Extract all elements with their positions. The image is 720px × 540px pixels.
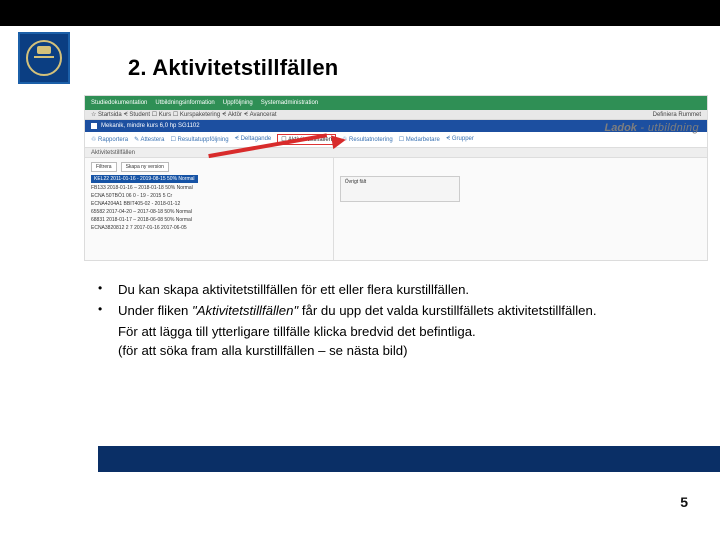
filter-button[interactable]: Filtrera — [91, 162, 117, 172]
tab-staff[interactable]: ☐ Medarbetare — [399, 136, 440, 143]
kth-crest-icon — [26, 40, 62, 76]
detail-box: Övrigt fält — [340, 176, 460, 202]
nav-item[interactable]: Uppföljning — [223, 100, 253, 106]
bullet-continuation: (för att söka fram alla kurstillfällen –… — [84, 341, 694, 360]
tab-participation[interactable]: ᗕ Deltagande — [235, 136, 272, 143]
tab-result-note[interactable]: ♲ Resultatnotering — [342, 136, 393, 143]
tab-attest[interactable]: ✎ Attestera — [134, 136, 164, 143]
box-header: Övrigt fält — [345, 179, 455, 185]
nav-item[interactable]: Utbildningsinformation — [155, 100, 214, 106]
list-item[interactable]: ECNA 50TBÖ1 06 0 - 19 - 2015 5 Cr — [91, 193, 327, 199]
ladok-logo: Ladok - utbildning — [605, 122, 699, 134]
tabs-row: ♲ Rapportera ✎ Attestera ☐ Resultatuppfö… — [85, 132, 707, 148]
course-title: Mekanik, mindre kurs 6,0 hp SG1102 — [101, 123, 200, 129]
ladok-screenshot: Studiedokumentation Utbildningsinformati… — [84, 95, 708, 261]
list-item[interactable]: FB133 2018-01-16 – 2018-01-18 50% Normal — [91, 185, 327, 191]
bullet-text-pre: Under fliken — [118, 303, 192, 318]
list-item[interactable]: ECNA3820812 2 7 2017-01-16 2017-06-05 — [91, 225, 327, 231]
tab-activity-instances[interactable]: ☐ Aktivitetstillfällen — [277, 134, 336, 145]
list-item[interactable]: ECNA4204A1 BBIT405-02 - 2018-01-12 — [91, 201, 327, 207]
bullet-text-em: "Aktivitetstillfällen" — [192, 303, 298, 318]
tab-groups[interactable]: ᗕ Grupper — [446, 136, 474, 143]
footer-bar — [98, 446, 720, 472]
sub-nav-right[interactable]: Definiera Rummet — [653, 112, 701, 118]
new-version-button[interactable]: Skapa ny version — [121, 162, 169, 172]
top-black-bar — [0, 0, 720, 26]
tab-report[interactable]: ♲ Rapportera — [91, 136, 128, 143]
section-header: Aktivitetstillfällen — [85, 148, 707, 158]
right-column: Övrigt fält — [334, 158, 707, 260]
tab-result-follow[interactable]: ☐ Resultatuppföljning — [170, 136, 228, 143]
list-item[interactable]: 65582 2017-04-20 – 2017-08-18 50% Normal — [91, 209, 327, 215]
page-number: 5 — [680, 494, 688, 510]
shot-body: Filtrera Skapa ny version KEL22 2011-01-… — [85, 158, 707, 260]
ladok-logo-sub: - utbildning — [637, 122, 699, 134]
top-nav-bar: Studiedokumentation Utbildningsinformati… — [85, 96, 707, 110]
selected-instance[interactable]: KEL22 2011-01-16 - 2019-08-15 50% Normal — [91, 175, 198, 183]
nav-item[interactable]: Systemadministration — [261, 100, 318, 106]
bullet-item: Du kan skapa aktivitetstillfällen för et… — [84, 280, 694, 299]
kth-logo — [18, 32, 70, 84]
sub-nav-left[interactable]: ☆ Startsida ᗕ Student ☐ Kurs ☐ Kurspaket… — [91, 111, 277, 119]
nav-item[interactable]: Studiedokumentation — [91, 100, 147, 106]
ladok-logo-main: Ladok — [605, 122, 637, 134]
slide: 2. Aktivitetstillfällen Studiedokumentat… — [0, 0, 720, 540]
doc-icon — [91, 123, 97, 129]
list-item[interactable]: 68831 2018-01-17 – 2018-06-08 50% Normal — [91, 217, 327, 223]
button-row: Filtrera Skapa ny version — [91, 162, 327, 172]
bullet-continuation: För att lägga till ytterligare tillfälle… — [84, 322, 694, 341]
bullet-item: Under fliken "Aktivitetstillfällen" får … — [84, 301, 694, 320]
bullet-text-post: får du upp det valda kurstillfällets akt… — [298, 303, 596, 318]
bullet-list: Du kan skapa aktivitetstillfällen för et… — [84, 280, 694, 361]
bullet-text: Du kan skapa aktivitetstillfällen för et… — [118, 282, 469, 297]
sub-nav-bar: ☆ Startsida ᗕ Student ☐ Kurs ☐ Kurspaket… — [85, 110, 707, 120]
slide-title: 2. Aktivitetstillfällen — [128, 55, 338, 81]
left-column: Filtrera Skapa ny version KEL22 2011-01-… — [85, 158, 334, 260]
